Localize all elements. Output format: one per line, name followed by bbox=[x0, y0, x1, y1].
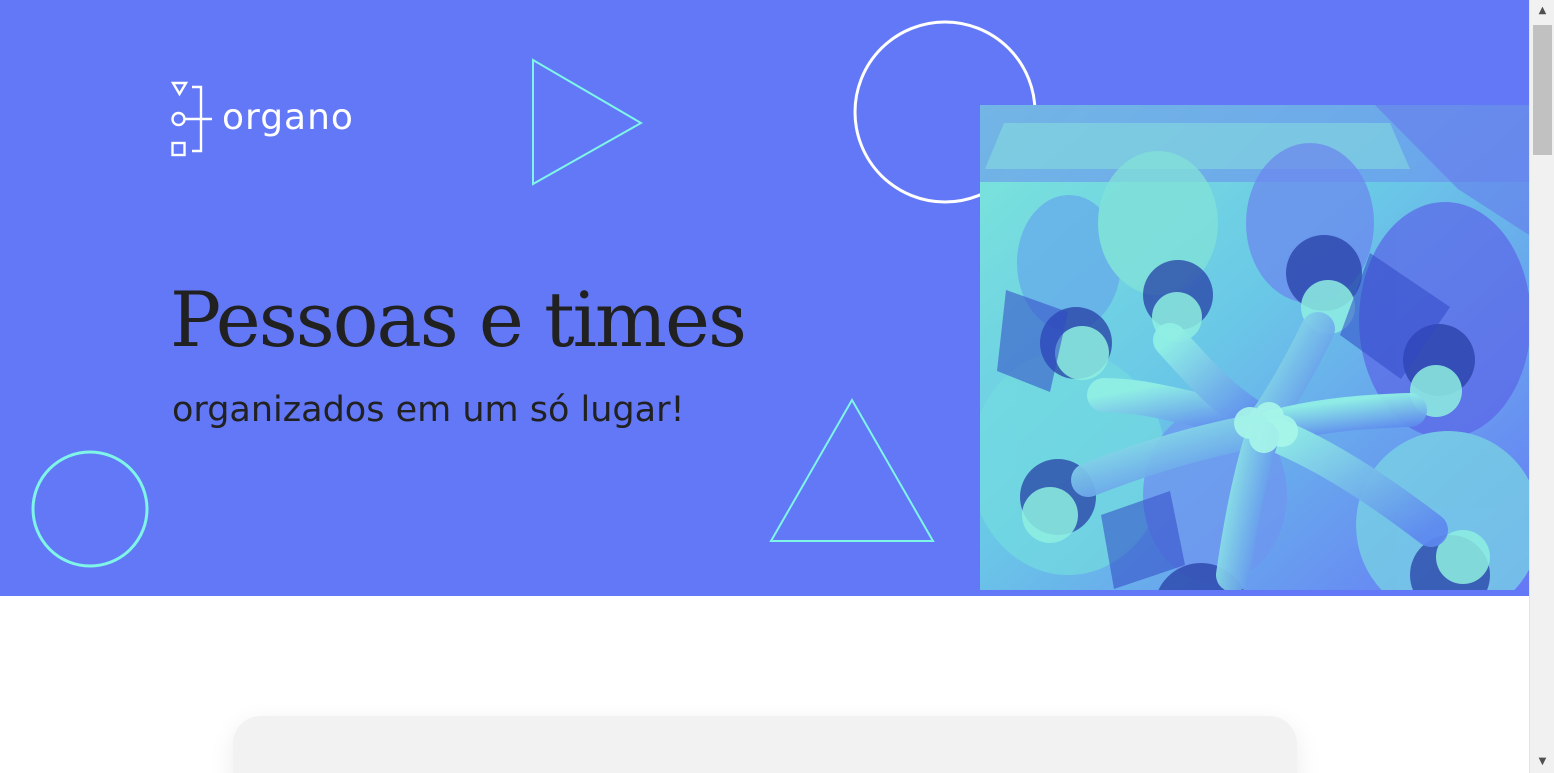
brand-logo[interactable]: organo bbox=[170, 79, 354, 159]
vertical-scrollbar[interactable]: ▲ ▼ bbox=[1529, 0, 1554, 773]
scroll-up-button[interactable]: ▲ bbox=[1530, 0, 1554, 22]
hero-banner: organo Pessoas e times organizados em um… bbox=[0, 0, 1529, 596]
scrollbar-thumb[interactable] bbox=[1533, 25, 1552, 155]
team-photo-illustration bbox=[980, 105, 1529, 590]
page-content: organo Pessoas e times organizados em um… bbox=[0, 0, 1529, 773]
hero-subtitle: organizados em um só lugar! bbox=[172, 390, 685, 430]
circle-outline-icon bbox=[31, 450, 149, 568]
org-chart-icon bbox=[170, 81, 212, 157]
team-form-card bbox=[233, 716, 1297, 773]
triangle-outline-icon bbox=[532, 58, 644, 186]
scroll-down-button[interactable]: ▼ bbox=[1530, 751, 1554, 773]
browser-page: organo Pessoas e times organizados em um… bbox=[0, 0, 1554, 773]
team-hands-together-photo bbox=[980, 105, 1529, 590]
triangle-outline-icon bbox=[769, 397, 935, 542]
hero-title: Pessoas e times bbox=[170, 275, 747, 364]
brand-name: organo bbox=[222, 97, 354, 138]
